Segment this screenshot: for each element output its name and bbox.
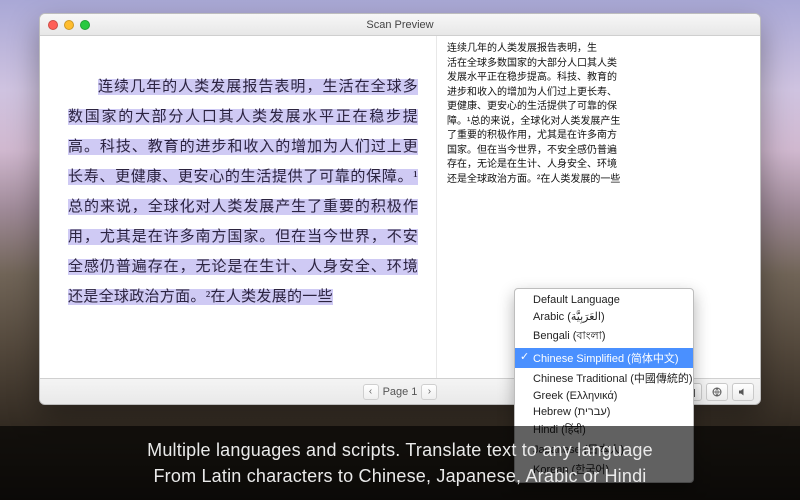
language-option-chinese-traditional[interactable]: Chinese Traditional (中國傳統的) — [515, 368, 693, 388]
caption-line-1: Multiple languages and scripts. Translat… — [147, 437, 653, 463]
zoom-icon[interactable] — [80, 20, 90, 30]
ocr-line: 进步和收入的增加为人们过上更长寿、 — [447, 86, 750, 101]
highlighted-text: 连续几年的人类发展报告表明，生活在全球多数国家的大部分人口其人类发展水平正在稳步… — [68, 79, 418, 305]
desktop-background: Scan Preview 连续几年的人类发展报告表明，生活在全球多数国家的大部分… — [0, 0, 800, 500]
ocr-line: 存在，无论是在生计、人身安全、环境 — [447, 158, 750, 173]
language-option-hebrew[interactable]: Hebrew (עברית) — [515, 404, 693, 420]
marketing-caption: Multiple languages and scripts. Translat… — [0, 426, 800, 500]
ocr-line: 了重要的积极作用，尤其是在许多南方 — [447, 129, 750, 144]
pager: ‹ Page 1 › — [363, 384, 438, 400]
ocr-line: 更健康、更安心的生活提供了可靠的保 — [447, 100, 750, 115]
page-prev-button[interactable]: ‹ — [363, 384, 379, 400]
scanned-text: 连续几年的人类发展报告表明，生活在全球多数国家的大部分人口其人类发展水平正在稳步… — [68, 72, 418, 312]
minimize-icon[interactable] — [64, 20, 74, 30]
chevron-left-icon: ‹ — [369, 386, 372, 397]
chevron-right-icon: › — [428, 386, 431, 397]
language-option-greek[interactable]: Greek (Ελληνικά) — [515, 388, 693, 404]
language-option-default[interactable]: Default Language — [515, 292, 693, 308]
ocr-line: 活在全球多数国家的大部分人口其人类 — [447, 57, 750, 72]
language-button[interactable] — [706, 383, 728, 401]
close-icon[interactable] — [48, 20, 58, 30]
speak-button[interactable] — [732, 383, 754, 401]
window-controls — [48, 20, 90, 30]
ocr-line: 障。¹总的来说，全球化对人类发展产生 — [447, 115, 750, 130]
language-option-arabic[interactable]: Arabic (العَرَبِيَّة) — [515, 308, 693, 325]
titlebar[interactable]: Scan Preview — [40, 14, 760, 36]
language-option-bengali[interactable]: Bengali (বাংলা) — [515, 325, 693, 348]
scan-image-pane[interactable]: 连续几年的人类发展报告表明，生活在全球多数国家的大部分人口其人类发展水平正在稳步… — [40, 36, 436, 378]
window-title: Scan Preview — [40, 19, 760, 31]
language-option-chinese-simplified[interactable]: Chinese Simplified (简体中文) — [515, 348, 693, 368]
speaker-icon — [737, 386, 749, 398]
caption-line-2: From Latin characters to Chinese, Japane… — [153, 463, 646, 489]
ocr-line: 还是全球政治方面。²在人类发展的一些 — [447, 173, 750, 188]
ocr-line: 发展水平正在稳步提高。科技、教育的 — [447, 71, 750, 86]
ocr-line: 国家。但在当今世界，不安全感仍普遍 — [447, 144, 750, 159]
globe-icon — [711, 386, 723, 398]
ocr-line: 连续几年的人类发展报告表明，生 — [447, 42, 750, 57]
page-indicator: Page 1 — [383, 386, 418, 398]
page-next-button[interactable]: › — [421, 384, 437, 400]
